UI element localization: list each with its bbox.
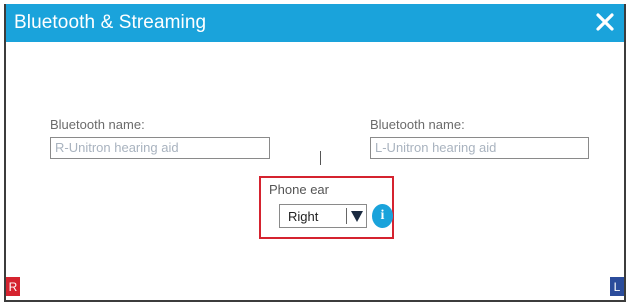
triangle-down-icon[interactable] <box>351 211 363 222</box>
phone-ear-selected-value: Right <box>288 209 319 224</box>
phone-ear-group: Phone ear Right i <box>259 176 394 239</box>
right-side-badge: R <box>6 277 20 296</box>
dialog-window: Bluetooth & Streaming Bluetooth name: R-… <box>4 4 626 302</box>
info-icon[interactable]: i <box>372 204 393 228</box>
phone-ear-label: Phone ear <box>269 182 329 197</box>
close-button[interactable] <box>592 8 618 36</box>
aid-divider <box>320 151 321 165</box>
title-bar: Bluetooth & Streaming <box>6 4 624 42</box>
dropdown-separator <box>346 208 347 224</box>
dialog-title: Bluetooth & Streaming <box>14 12 207 33</box>
right-bluetooth-name-label: Bluetooth name: <box>50 117 145 132</box>
phone-ear-dropdown[interactable]: Right <box>279 204 367 228</box>
left-side-badge: L <box>610 277 624 296</box>
left-bluetooth-name-label: Bluetooth name: <box>370 117 465 132</box>
close-icon <box>596 13 614 31</box>
left-bluetooth-name-field[interactable]: L-Unitron hearing aid <box>370 137 589 159</box>
right-bluetooth-name-field[interactable]: R-Unitron hearing aid <box>50 137 270 159</box>
